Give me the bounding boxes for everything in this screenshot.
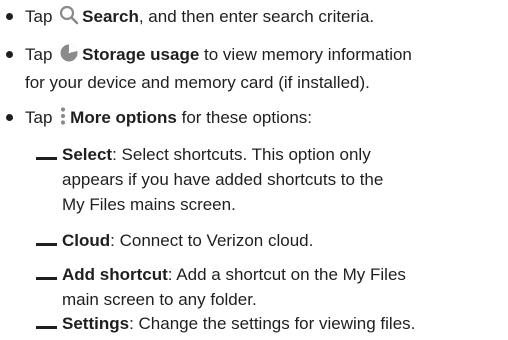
more-options-label: More options [70, 108, 177, 127]
option-cloud: Cloud: Connect to Verizon cloud. [0, 226, 508, 254]
search-description: , and then enter search criteria. [138, 7, 375, 26]
storage-description-line2: for your device and memory card (if inst… [25, 73, 370, 92]
cloud-description: : Connect to Verizon cloud. [110, 231, 314, 250]
storage-usage-label: Storage usage [82, 45, 200, 64]
select-label: Select [62, 145, 113, 164]
settings-description: : Change the settings for viewing files. [129, 314, 416, 333]
bullet-dot [6, 13, 13, 20]
bullet-storage-usage: Tap Storage usage to view memory informa… [0, 40, 508, 92]
tap-text: Tap [25, 108, 53, 127]
bullet-search: Tap Search, and then enter search criter… [0, 2, 508, 30]
select-description-line1: : Select shortcuts. This option only [112, 145, 371, 164]
option-select: Select: Select shortcuts. This option on… [0, 140, 508, 218]
settings-label: Settings [62, 314, 130, 333]
more-options-description: for these options: [176, 108, 313, 127]
select-description-line2: appears if you have added shortcuts to t… [62, 170, 384, 189]
option-add-shortcut: Add shortcut: Add a shortcut on the My F… [0, 260, 508, 314]
dash-marker [36, 243, 57, 246]
dash-marker [36, 157, 57, 160]
bullet-dot [6, 114, 13, 121]
bullet-dot [6, 51, 13, 58]
add-shortcut-description-line1: : Add a shortcut on the My Files [167, 265, 406, 284]
option-settings: Settings: Change the settings for viewin… [0, 309, 508, 337]
bullet-text: Tap More options for these options: [25, 105, 508, 133]
bullet-more-options: Tap More options for these options: [0, 103, 508, 131]
more-options-icon [59, 106, 67, 133]
bullet-text: Tap Storage usage to view memory informa… [25, 42, 508, 95]
add-shortcut-label: Add shortcut [62, 265, 168, 284]
search-icon [59, 5, 79, 32]
add-shortcut-description-line2: main screen to any folder. [62, 290, 257, 309]
storage-pie-icon [59, 43, 79, 70]
option-text: Select: Select shortcuts. This option on… [62, 142, 506, 217]
dash-marker [36, 277, 57, 280]
option-text: Settings: Change the settings for viewin… [62, 311, 506, 336]
dash-marker [36, 326, 57, 329]
select-description-line3: My Files mains screen. [62, 195, 236, 214]
tap-text: Tap [25, 7, 53, 26]
option-text: Add shortcut: Add a shortcut on the My F… [62, 262, 506, 312]
option-text: Cloud: Connect to Verizon cloud. [62, 228, 506, 253]
help-page: Tap Search, and then enter search criter… [0, 0, 508, 340]
storage-description-line1: to view memory information [199, 45, 412, 64]
search-label: Search [82, 7, 139, 26]
tap-text: Tap [25, 45, 53, 64]
bullet-text: Tap Search, and then enter search criter… [25, 4, 508, 32]
cloud-label: Cloud [62, 231, 111, 250]
